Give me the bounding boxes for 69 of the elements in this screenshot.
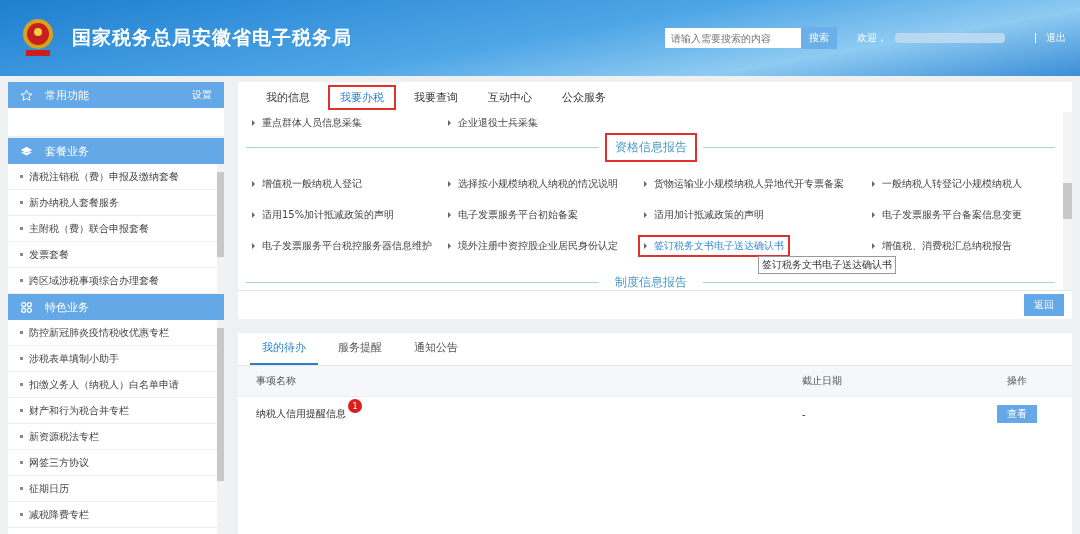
service-link[interactable]: 重点群体人员信息采集 xyxy=(246,112,442,134)
bullet-icon xyxy=(20,279,23,282)
panel-title: 常用功能 xyxy=(45,87,89,103)
scrollbar[interactable] xyxy=(217,164,224,294)
arrow-icon xyxy=(644,211,647,218)
service-link[interactable]: 签订税务文书电子送达确认书 xyxy=(638,234,790,257)
tab[interactable]: 互动中心 xyxy=(476,84,544,110)
arrow-icon xyxy=(252,180,255,187)
search-field[interactable]: 请输入需要搜索的内容 xyxy=(665,28,801,48)
service-link[interactable]: 一般纳税人转登记小规模纳税人 xyxy=(866,172,1028,195)
bullet-icon xyxy=(20,461,23,464)
panel-title: 特色业务 xyxy=(45,299,89,315)
section-title: 制度信息报告 xyxy=(613,273,688,290)
service-link[interactable]: 增值税、消费税汇总纳税报告 xyxy=(866,234,1018,257)
column-header: 事项名称 xyxy=(255,374,297,388)
bullet-icon xyxy=(20,383,23,386)
site-title: 国家税务总局安徽省电子税务局 xyxy=(72,25,352,50)
arrow-icon xyxy=(872,242,875,249)
arrow-icon xyxy=(252,120,255,126)
tab[interactable]: 通知公告 xyxy=(402,340,470,365)
tab[interactable]: 服务提醒 xyxy=(326,340,394,365)
service-link[interactable]: 企业退役士兵采集 xyxy=(442,112,638,134)
tab[interactable]: 公众服务 xyxy=(550,84,618,110)
panel-title: 套餐业务 xyxy=(45,143,89,159)
service-link[interactable]: 适用加计抵减政策的声明 xyxy=(638,203,770,226)
scrollbar[interactable] xyxy=(217,320,224,534)
bullet-icon xyxy=(20,331,23,334)
table-cell-text: - xyxy=(802,408,807,420)
service-link[interactable]: 境外注册中资控股企业居民身份认定 xyxy=(442,234,624,257)
service-link[interactable]: 电子发票服务平台初始备案 xyxy=(442,203,584,226)
tab[interactable]: 我要办税 xyxy=(328,84,396,110)
grid-icon xyxy=(20,300,33,314)
column-header: 操作 xyxy=(1006,374,1028,388)
service-link[interactable]: 选择按小规模纳税人纳税的情况说明 xyxy=(442,172,624,195)
table-cell: 纳税人信用提醒信息 xyxy=(256,407,346,421)
bullet-icon xyxy=(20,253,23,256)
arrow-icon xyxy=(448,211,451,218)
arrow-icon xyxy=(252,242,255,249)
bullet-icon xyxy=(20,175,23,178)
bullet-icon xyxy=(20,201,23,204)
count-badge: 1 xyxy=(348,399,362,413)
welcome-text: 欢迎， xyxy=(857,31,887,45)
arrow-icon xyxy=(644,242,647,249)
service-link[interactable]: 货物运输业小规模纳税人异地代开专票备案 xyxy=(638,172,850,195)
service-link[interactable]: 电子发票服务平台税控服务器信息维护 xyxy=(246,234,438,257)
column-header: 截止日期 xyxy=(802,374,843,388)
tooltip: 签订税务文书电子送达确认书 xyxy=(758,256,896,274)
bullet-icon xyxy=(20,227,23,230)
service-link[interactable]: 适用15%加计抵减政策的声明 xyxy=(246,203,401,226)
bullet-icon xyxy=(20,435,23,438)
tab[interactable]: 我要查询 xyxy=(402,84,470,110)
arrow-icon xyxy=(448,242,451,249)
bullet-icon xyxy=(20,513,23,516)
arrow-icon xyxy=(448,180,451,187)
arrow-icon xyxy=(448,120,451,126)
bullet-icon xyxy=(20,487,23,490)
bullet-icon xyxy=(20,409,23,412)
arrow-icon xyxy=(872,180,875,187)
section-title: 资格信息报告 xyxy=(604,132,697,162)
tab[interactable]: 我的信息 xyxy=(254,84,322,110)
arrow-icon xyxy=(872,211,875,218)
service-link[interactable]: 电子发票服务平台备案信息变更 xyxy=(866,203,1028,226)
arrow-icon xyxy=(252,211,255,218)
layers-icon xyxy=(20,144,33,158)
scrollbar[interactable] xyxy=(1063,112,1072,290)
arrow-icon xyxy=(644,180,647,187)
star-icon xyxy=(20,88,33,102)
service-link[interactable]: 增值税一般纳税人登记 xyxy=(246,172,368,195)
bullet-icon xyxy=(20,357,23,360)
